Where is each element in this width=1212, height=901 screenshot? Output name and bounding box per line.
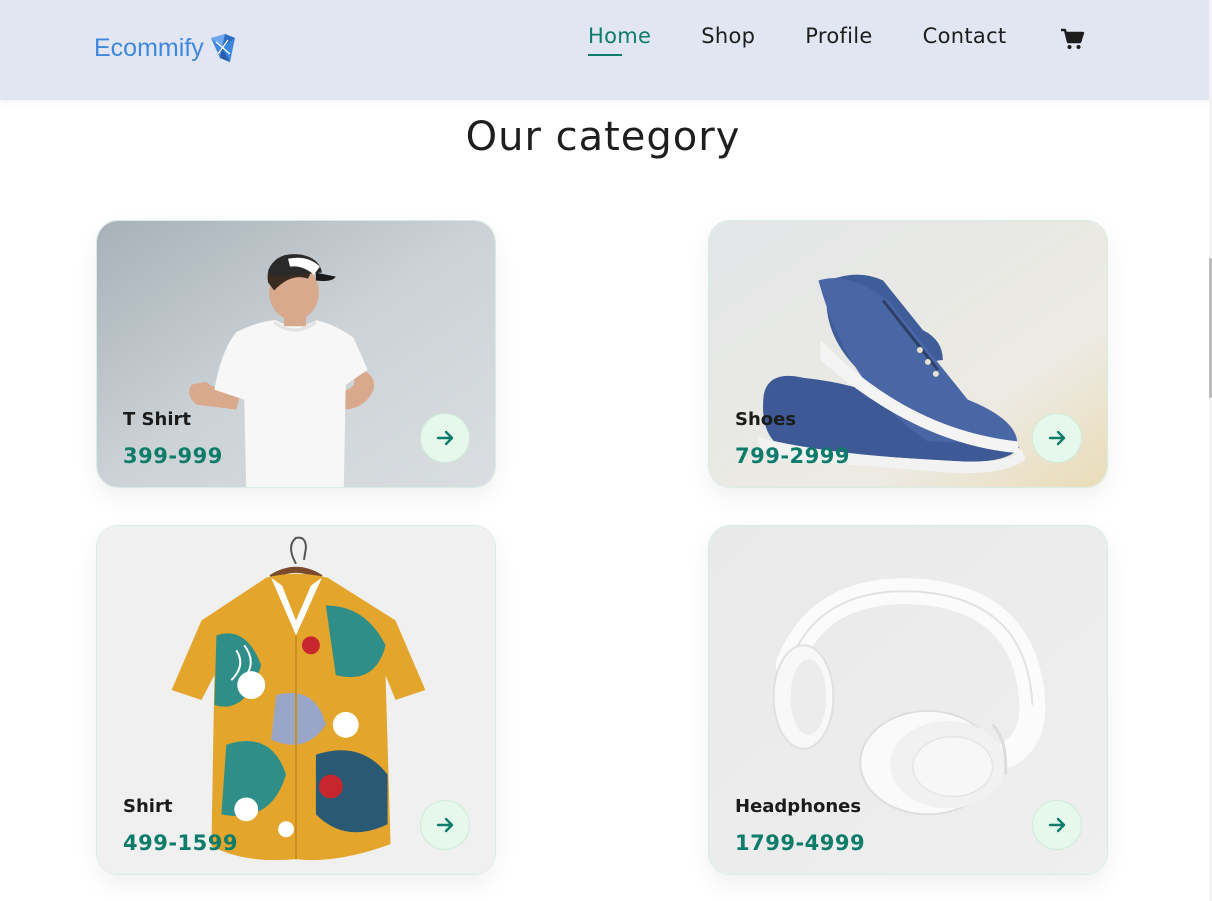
nav-profile[interactable]: Profile [805,24,872,56]
cart-icon[interactable] [1059,27,1085,51]
category-card-tshirt[interactable]: T Shirt 399-999 [96,220,496,488]
category-price: 1799-4999 [735,831,866,855]
nav-contact[interactable]: Contact [923,24,1007,56]
category-price: 399-999 [123,444,223,468]
arrow-right-icon [1048,430,1066,446]
category-card-shirt[interactable]: Shirt 499-1599 [96,525,496,875]
arrow-right-icon [436,430,454,446]
category-price: 499-1599 [123,831,238,855]
site-header: Ecommify Home Shop Profile Contact [0,0,1209,100]
logo-icon [210,34,235,62]
open-category-button[interactable] [1032,413,1082,463]
open-category-button[interactable] [420,800,470,850]
category-price: 799-2999 [735,444,850,468]
main-nav: Home Shop Profile Contact [588,24,1056,56]
arrow-right-icon [436,817,454,833]
category-card-headphones[interactable]: Headphones 1799-4999 [708,525,1108,875]
category-name: Headphones [735,796,862,817]
nav-shop[interactable]: Shop [701,24,755,56]
category-name: Shoes [735,409,797,430]
section-title: Our category [465,114,741,160]
logo[interactable]: Ecommify [94,32,238,64]
nav-home[interactable]: Home [588,24,651,56]
open-category-button[interactable] [420,413,470,463]
arrow-right-icon [1048,817,1066,833]
category-name: T Shirt [123,409,191,430]
category-name: Shirt [123,796,173,817]
open-category-button[interactable] [1032,800,1082,850]
category-card-shoes[interactable]: Shoes 799-2999 [708,220,1108,488]
logo-text: Ecommify [94,33,204,62]
